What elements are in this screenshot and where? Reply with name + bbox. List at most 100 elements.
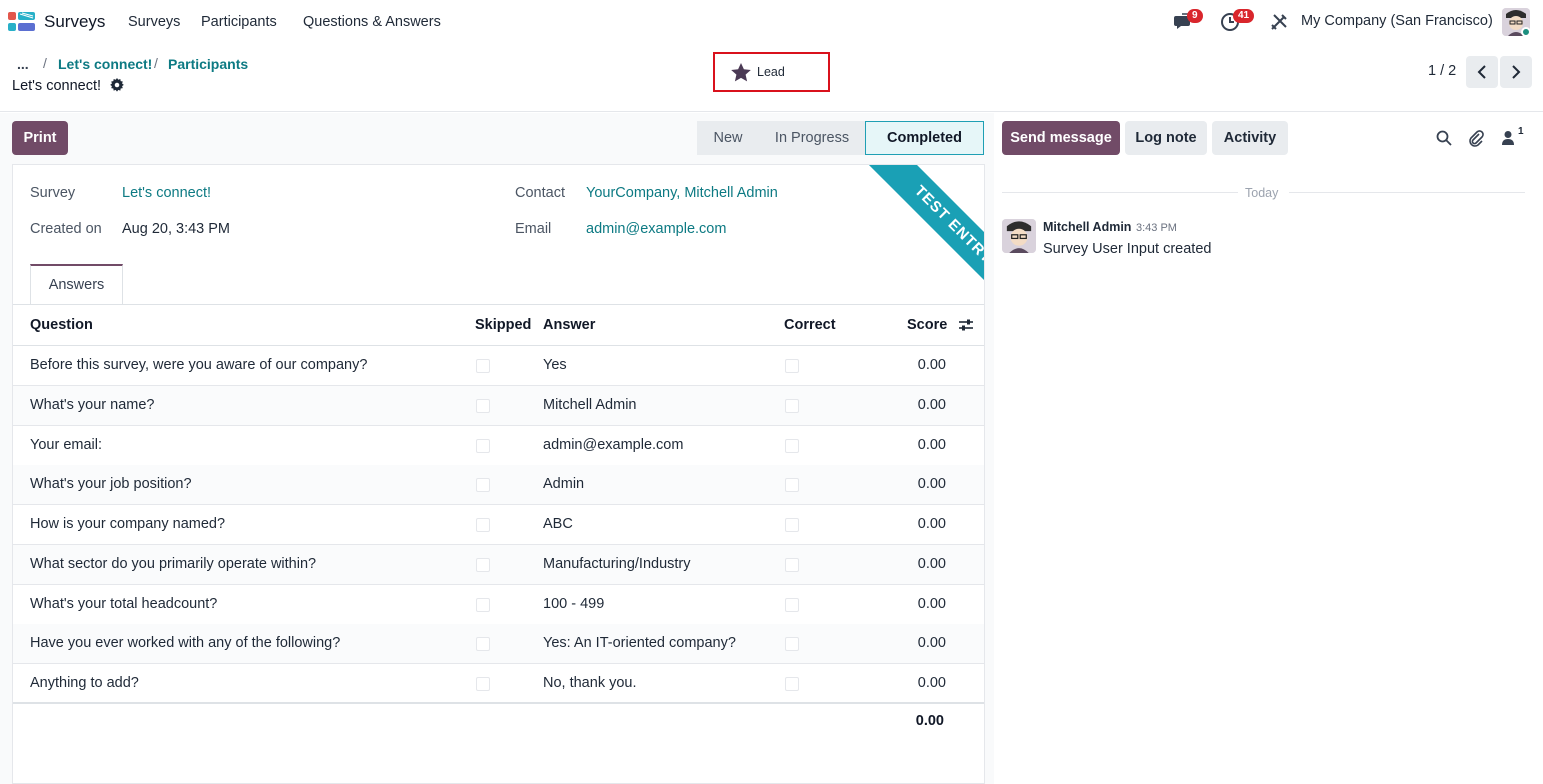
col-question[interactable]: Question: [30, 317, 93, 333]
table-row[interactable]: What's your job position? Admin 0.00: [13, 465, 984, 506]
correct-checkbox: [785, 557, 799, 572]
record-title: Let's connect!: [12, 78, 102, 94]
followers-count: 1: [1518, 126, 1524, 137]
correct-checkbox: [785, 597, 799, 612]
answer-cell: 100 - 499: [543, 595, 605, 612]
pager-next-button[interactable]: [1500, 56, 1532, 88]
search-icon[interactable]: [1434, 128, 1454, 148]
breadcrumb-survey[interactable]: Let's connect!: [58, 56, 152, 72]
lead-label: Lead: [757, 65, 785, 79]
message-author[interactable]: Mitchell Admin: [1043, 220, 1131, 234]
question-cell: Anything to add?: [30, 675, 139, 691]
answer-cell: admin@example.com: [543, 436, 684, 453]
paperclip-icon[interactable]: [1466, 128, 1486, 148]
message-author-avatar[interactable]: [1002, 219, 1036, 253]
correct-checkbox: [785, 359, 799, 373]
col-correct[interactable]: Correct: [784, 317, 836, 333]
table-row[interactable]: What sector do you primarily operate wit…: [13, 544, 984, 585]
table-row[interactable]: Before this survey, were you aware of ou…: [13, 346, 984, 386]
score-cell: 0.00: [917, 635, 946, 652]
stage-new[interactable]: New: [697, 121, 759, 155]
table-row[interactable]: What's your total headcount? 100 - 499 0.0…: [13, 585, 984, 625]
chevron-right-icon: [1512, 65, 1521, 79]
table-footer-divider: [13, 702, 984, 704]
send-message-button[interactable]: Send message: [1002, 121, 1120, 155]
pager-counter[interactable]: 1 / 2: [1428, 63, 1456, 79]
form-sheet: Survey Let's connect! Created on Aug 20,…: [12, 164, 985, 784]
breadcrumb-separator: /: [154, 55, 158, 71]
col-score[interactable]: Score: [907, 317, 947, 333]
gear-icon[interactable]: [110, 78, 126, 94]
contact-label: Contact: [515, 185, 565, 201]
skipped-checkbox: [476, 398, 490, 413]
survey-label: Survey: [30, 185, 76, 201]
answer-cell: Yes: An IT-oriented company?: [543, 635, 736, 652]
score-cell: 0.00: [917, 675, 946, 691]
optional-columns-icon[interactable]: [958, 318, 974, 335]
table-header: Question Skipped Answer Correct Score: [13, 305, 984, 346]
score-cell: 0.00: [917, 357, 946, 373]
surveys-app-icon[interactable]: [8, 11, 36, 33]
answer-cell: Manufacturing/Industry: [543, 555, 691, 572]
followers-icon[interactable]: [1498, 128, 1518, 148]
print-button[interactable]: Print: [12, 121, 68, 155]
col-skipped[interactable]: Skipped: [475, 317, 531, 333]
correct-checkbox: [785, 677, 799, 691]
question-cell: How is your company named?: [30, 516, 226, 532]
score-cell: 0.00: [917, 516, 946, 532]
menu-surveys[interactable]: Surveys: [128, 14, 180, 30]
correct-checkbox: [785, 438, 799, 453]
stage-in-progress[interactable]: In Progress: [759, 121, 865, 155]
skipped-checkbox: [476, 557, 490, 572]
date-separator-line: [1002, 192, 1238, 193]
breadcrumb-separator: /: [43, 55, 47, 71]
question-cell: Before this survey, were you aware of ou…: [30, 357, 368, 373]
lead-smart-button[interactable]: Lead: [713, 52, 830, 92]
menu-participants[interactable]: Participants: [201, 14, 277, 30]
skipped-checkbox: [476, 637, 490, 652]
correct-checkbox: [785, 478, 799, 493]
skipped-checkbox: [476, 438, 490, 453]
question-cell: What's your name?: [30, 396, 155, 413]
breadcrumb-more[interactable]: ...: [17, 56, 29, 72]
answer-cell: Yes: [543, 357, 567, 373]
col-answer[interactable]: Answer: [543, 317, 595, 333]
message-body: Survey User Input created: [1043, 241, 1212, 257]
survey-link[interactable]: Let's connect!: [122, 185, 211, 201]
question-cell: What sector do you primarily operate wit…: [30, 555, 317, 572]
correct-checkbox: [785, 637, 799, 652]
date-separator-line: [1289, 192, 1525, 193]
pager-previous-button[interactable]: [1466, 56, 1498, 88]
activities-badge: 41: [1233, 9, 1255, 23]
skipped-checkbox: [476, 677, 490, 691]
activity-button[interactable]: Activity: [1212, 121, 1288, 155]
message-time: 3:43 PM: [1136, 222, 1177, 234]
table-row[interactable]: Your email: admin@example.com 0.00: [13, 426, 984, 466]
contact-link[interactable]: YourCompany, Mitchell Admin: [586, 185, 778, 201]
score-cell: 0.00: [917, 555, 946, 572]
messages-badge: 9: [1187, 9, 1203, 23]
menu-questions-answers[interactable]: Questions & Answers: [303, 14, 441, 30]
table-row[interactable]: What's your name? Mitchell Admin 0.00: [13, 385, 984, 426]
email-link[interactable]: admin@example.com: [586, 221, 726, 237]
email-label: Email: [515, 221, 552, 237]
score-cell: 0.00: [917, 595, 946, 612]
created-on-value: Aug 20, 3:43 PM: [122, 221, 231, 237]
answer-cell: Mitchell Admin: [543, 396, 637, 413]
table-row[interactable]: How is your company named? ABC 0.00: [13, 505, 984, 545]
question-cell: Your email:: [30, 436, 103, 453]
control-panel: ... / Let's connect! / Participants Let'…: [0, 44, 1543, 112]
created-on-label: Created on: [30, 221, 102, 237]
tools-icon[interactable]: [1267, 10, 1291, 34]
log-note-button[interactable]: Log note: [1125, 121, 1207, 155]
app-name[interactable]: Surveys: [44, 12, 105, 32]
breadcrumb-participants[interactable]: Participants: [168, 56, 248, 72]
table-row[interactable]: Anything to add? No, thank you. 0.00: [13, 664, 984, 704]
skipped-checkbox: [476, 597, 490, 612]
answer-cell: Admin: [543, 476, 585, 493]
stage-completed[interactable]: Completed: [865, 121, 984, 155]
table-row[interactable]: Have you ever worked with any of the fol…: [13, 624, 984, 665]
ribbon-text: TEST ENTRY: [859, 165, 984, 319]
company-switcher[interactable]: My Company (San Francisco): [1301, 13, 1493, 29]
tab-answers[interactable]: Answers: [30, 264, 123, 304]
